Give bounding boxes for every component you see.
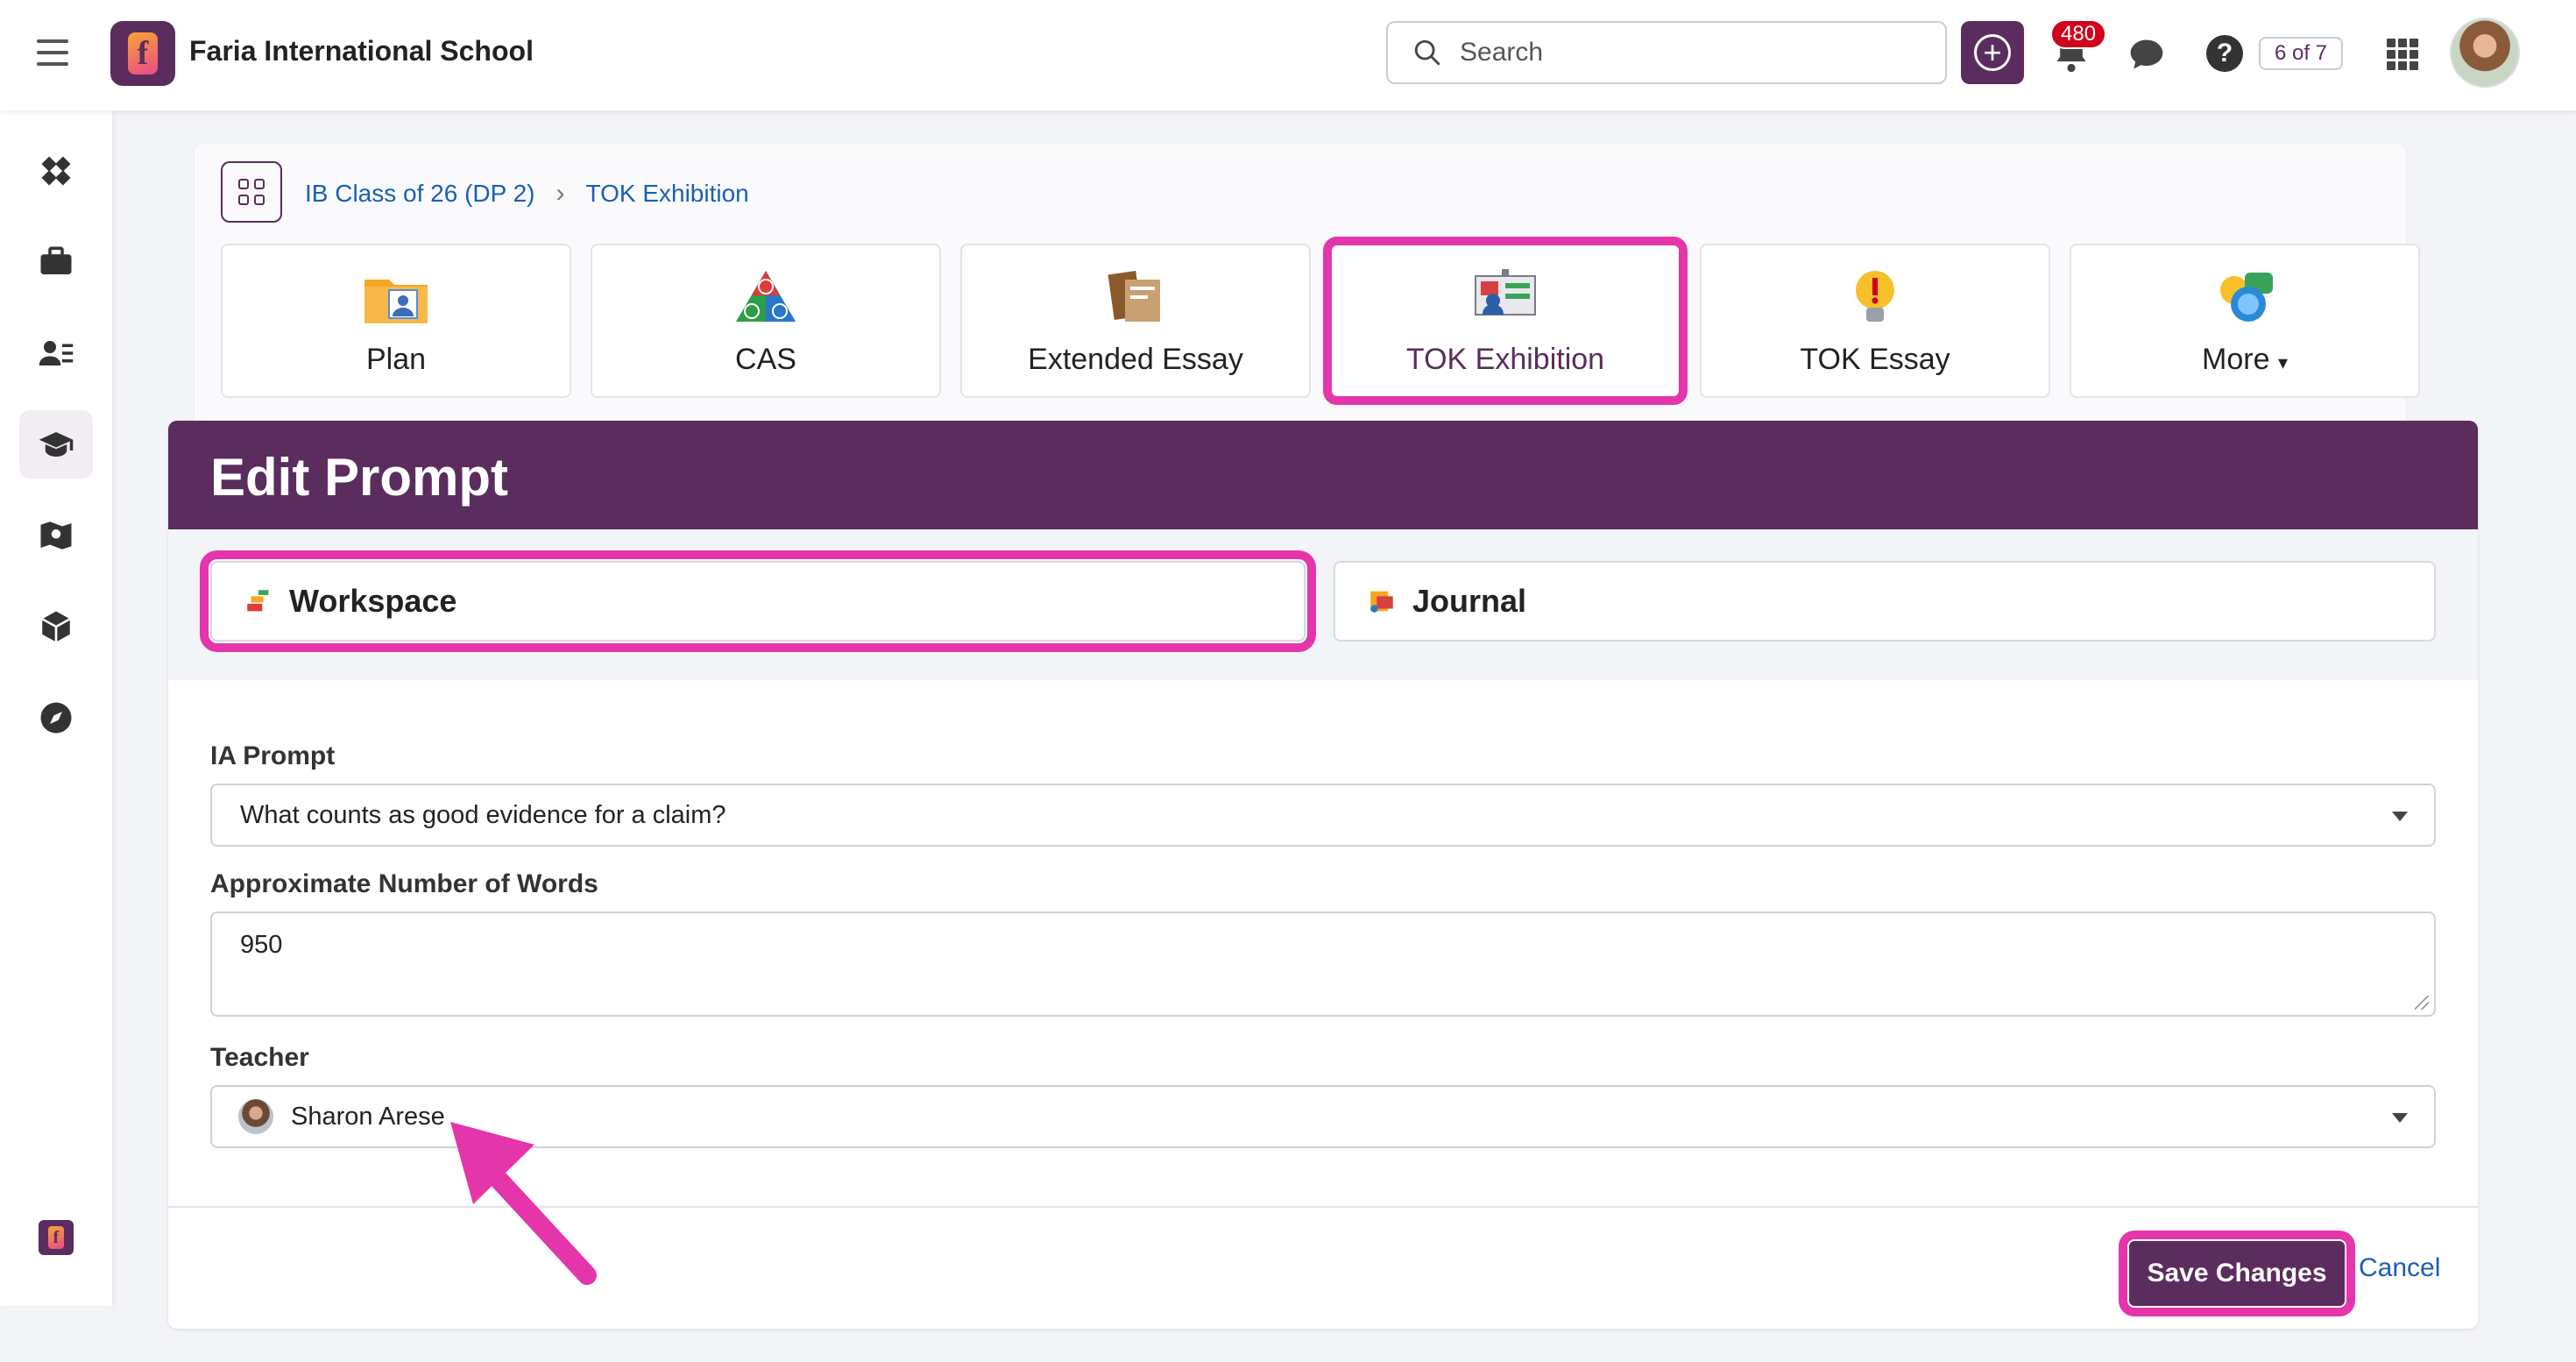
nav-tile-label: TOK Exhibition bbox=[1405, 343, 1605, 376]
steps-counter[interactable]: 6 of 7 bbox=[2259, 37, 2343, 70]
nav-tile-label: More ▾ bbox=[2202, 343, 2288, 376]
presentation-icon bbox=[1470, 264, 1540, 330]
chat-icon[interactable] bbox=[2127, 35, 2166, 74]
books-icon bbox=[1100, 264, 1171, 330]
search-icon bbox=[1414, 39, 1440, 66]
diamond-icon[interactable] bbox=[19, 137, 93, 205]
notification-badge: 480 bbox=[2050, 19, 2107, 49]
nav-tile-label: CAS bbox=[735, 343, 796, 376]
words-label: Approximate Number of Words bbox=[210, 869, 598, 898]
annotation-arrow-icon bbox=[450, 1122, 597, 1285]
nav-tile-plan[interactable]: Plan bbox=[221, 244, 571, 398]
caret-down-icon bbox=[2392, 1113, 2408, 1123]
top-bar: f Faria International School + 480 ? 6 o… bbox=[0, 0, 2576, 110]
words-textarea[interactable]: 950 bbox=[210, 912, 2436, 1017]
teacher-value: Sharon Arese bbox=[291, 1102, 445, 1131]
caret-down-icon bbox=[2392, 812, 2408, 821]
cas-triangle-icon bbox=[731, 264, 801, 330]
ia-prompt-select[interactable]: What counts as good evidence for a claim… bbox=[210, 784, 2436, 847]
tab-label: Journal bbox=[1412, 583, 1527, 619]
words-value: 950 bbox=[240, 931, 283, 959]
graduation-cap-icon[interactable] bbox=[19, 410, 93, 479]
apps-grid-icon[interactable] bbox=[2387, 39, 2418, 70]
save-changes-button[interactable]: Save Changes bbox=[2119, 1231, 2355, 1316]
nav-tile-cas[interactable]: CAS bbox=[591, 244, 941, 398]
school-name: Faria International School bbox=[189, 35, 534, 67]
nav-tile-extended-essay[interactable]: Extended Essay bbox=[960, 244, 1311, 398]
sidebar: f bbox=[0, 110, 112, 1306]
tab-journal[interactable]: Journal bbox=[1334, 561, 2436, 642]
journal-icon bbox=[1370, 591, 1393, 613]
breadcrumb: IB Class of 26 (DP 2) › TOK Exhibition bbox=[305, 179, 749, 209]
teacher-avatar bbox=[238, 1099, 273, 1134]
plus-icon: + bbox=[1974, 34, 2011, 71]
nav-tile-tok-exhibition[interactable]: TOK Exhibition bbox=[1323, 237, 1688, 405]
faria-logo-icon[interactable]: f bbox=[39, 1220, 74, 1255]
caret-down-icon: ▾ bbox=[2277, 351, 2288, 373]
nav-tile-more[interactable]: More ▾ bbox=[2070, 244, 2420, 398]
search-box[interactable] bbox=[1386, 21, 1947, 84]
menu-icon[interactable] bbox=[37, 39, 68, 66]
people-icon[interactable] bbox=[19, 319, 93, 387]
ia-prompt-value: What counts as good evidence for a claim… bbox=[240, 800, 726, 829]
breadcrumb-class[interactable]: IB Class of 26 (DP 2) bbox=[305, 180, 534, 208]
chevron-right-icon: › bbox=[556, 179, 565, 208]
map-icon[interactable] bbox=[19, 501, 93, 570]
tab-workspace[interactable]: Workspace bbox=[200, 550, 1316, 652]
chat-bubbles-icon bbox=[2210, 264, 2280, 330]
nav-tile-label: TOK Essay bbox=[1800, 343, 1950, 376]
nav-tile-label: Extended Essay bbox=[1028, 343, 1243, 376]
briefcase-icon[interactable] bbox=[19, 228, 93, 296]
nav-tile-label: Plan bbox=[365, 343, 427, 376]
teacher-label: Teacher bbox=[210, 1043, 309, 1072]
cube-icon[interactable] bbox=[19, 592, 93, 661]
help-icon[interactable]: ? bbox=[2206, 35, 2243, 72]
grid-menu-icon[interactable] bbox=[221, 161, 282, 223]
compass-icon[interactable] bbox=[19, 684, 93, 752]
lightbulb-icon bbox=[1840, 264, 1910, 330]
user-avatar[interactable] bbox=[2450, 18, 2520, 88]
cancel-link[interactable]: Cancel bbox=[2359, 1253, 2440, 1283]
add-button[interactable]: + bbox=[1961, 21, 2024, 84]
nav-tile-tok-essay[interactable]: TOK Essay bbox=[1700, 244, 2050, 398]
ia-prompt-label: IA Prompt bbox=[210, 741, 336, 770]
page-title: Edit Prompt bbox=[210, 448, 508, 507]
folder-person-icon bbox=[361, 264, 431, 330]
tabs-area: Workspace Journal bbox=[168, 529, 2478, 680]
search-input[interactable] bbox=[1460, 38, 1915, 67]
tab-label: Workspace bbox=[289, 583, 457, 619]
breadcrumb-tok-exhibition[interactable]: TOK Exhibition bbox=[585, 180, 748, 208]
school-logo[interactable]: f bbox=[110, 21, 175, 86]
edit-prompt-header: Edit Prompt bbox=[168, 421, 2478, 529]
resize-handle-icon[interactable] bbox=[2415, 996, 2429, 1010]
workspace-icon bbox=[247, 590, 269, 612]
